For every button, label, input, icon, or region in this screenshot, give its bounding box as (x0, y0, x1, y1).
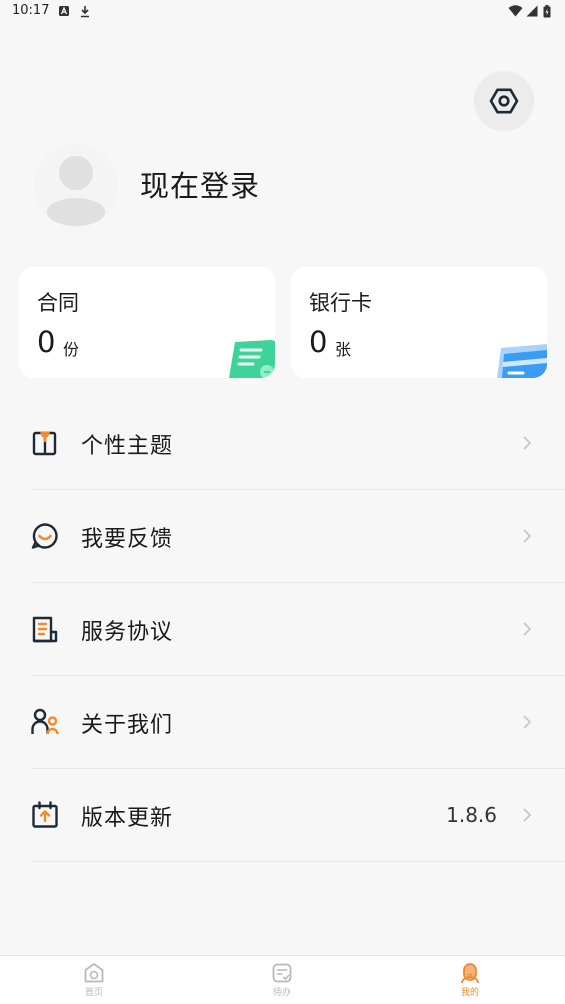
about-us-icon (31, 708, 59, 735)
signal-icon (526, 5, 538, 17)
battery-icon (543, 5, 551, 18)
divider (31, 861, 565, 862)
nav-label-home: 首页 (84, 988, 103, 998)
chevron-right-icon (523, 715, 532, 729)
status-time: 10:17 (12, 3, 50, 18)
settings-button[interactable] (474, 71, 534, 131)
nav-label-todo: 待办 (272, 988, 291, 998)
bank-card-title: 银行卡 (309, 291, 372, 315)
menu-label-about: 关于我们 (81, 713, 174, 738)
contract-card[interactable]: 合同 0 份 (19, 267, 275, 378)
menu-item-feedback[interactable]: 我要反馈 (0, 490, 565, 583)
nav-tab-profile[interactable]: 我的 (440, 962, 500, 998)
theme-icon (32, 431, 57, 456)
contract-unit: 份 (63, 340, 80, 359)
menu-item-about[interactable]: 关于我们 (0, 676, 565, 769)
bank-card-card[interactable]: 银行卡 0 张 (291, 267, 547, 378)
contract-card-title: 合同 (37, 291, 79, 315)
menu-label-agreement: 服务协议 (81, 620, 174, 645)
nav-label-profile: 我的 (460, 988, 479, 998)
menu-item-agreement[interactable]: 服务协议 (0, 583, 565, 676)
home-icon (84, 963, 104, 983)
download-icon (81, 6, 89, 18)
contract-count: 0 (37, 325, 56, 359)
menu-item-theme[interactable]: 个性主题 (0, 397, 565, 490)
update-icon (32, 801, 58, 828)
chevron-right-icon (523, 436, 532, 450)
default-avatar-icon (47, 156, 105, 226)
login-link[interactable]: 现在登录 (140, 163, 260, 205)
app-a-icon (59, 6, 69, 16)
menu-item-update[interactable]: 版本更新 1.8.6 (0, 769, 565, 862)
settings-menu: 个性主题 我要反馈 服务协议 关于我们 版本更新 1.8.6 (0, 397, 565, 862)
todo-icon (272, 963, 292, 983)
status-bar: 10:17 (0, 0, 565, 24)
avatar[interactable] (34, 144, 118, 228)
chevron-right-icon (523, 808, 532, 822)
bottom-nav: 首页 待办 我的 (0, 955, 565, 1004)
nav-tab-home[interactable]: 首页 (64, 962, 124, 998)
agreement-icon (32, 616, 58, 643)
profile-icon (461, 963, 479, 984)
contract-doc-icon (229, 340, 275, 378)
version-number: 1.8.6 (446, 803, 497, 827)
profile-screen: 10:17 现在登录 合同 0 份 银行卡 0 张 个性主题 我要反馈 服务协议… (0, 0, 565, 1004)
wifi-icon (508, 5, 523, 17)
bank-card-icon (497, 344, 547, 378)
bank-card-count: 0 (309, 325, 328, 359)
menu-label-update: 版本更新 (81, 806, 174, 831)
hexagon-settings-icon (489, 88, 519, 114)
nav-tab-todo[interactable]: 待办 (252, 962, 312, 998)
chevron-right-icon (523, 622, 532, 636)
menu-label-feedback: 我要反馈 (81, 527, 174, 552)
bank-card-unit: 张 (335, 340, 352, 359)
menu-label-theme: 个性主题 (81, 434, 174, 459)
feedback-icon (31, 523, 58, 549)
chevron-right-icon (523, 529, 532, 543)
